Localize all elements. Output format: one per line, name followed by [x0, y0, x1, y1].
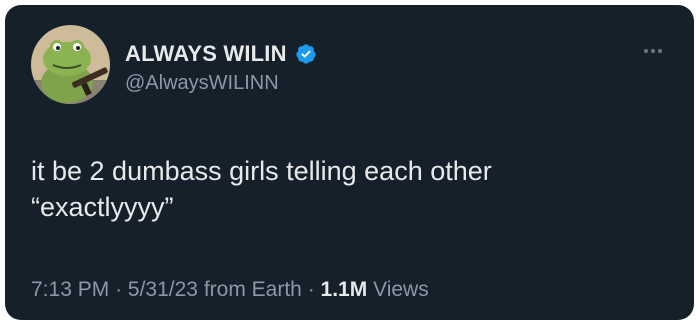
frog-avatar-icon: [31, 25, 110, 104]
more-horizontal-icon[interactable]: [644, 49, 662, 53]
meta-separator: ·: [307, 278, 315, 301]
tweet-text: it be 2 dumbass girls telling each other…: [31, 156, 492, 222]
tweet-card: ALWAYS WILIN @AlwaysWILINN it be 2 dumba…: [5, 5, 694, 320]
author-handle[interactable]: @AlwaysWILINN: [125, 72, 279, 95]
tweet-date[interactable]: 5/31/23: [128, 278, 198, 301]
views-count[interactable]: 1.1M: [321, 278, 368, 301]
avatar[interactable]: [31, 25, 110, 104]
tweet-source: from Earth: [203, 278, 302, 301]
verified-badge-icon: [295, 43, 317, 65]
tweet-meta: 7:13 PM · 5/31/23 from Earth · 1.1M View…: [31, 278, 429, 302]
views-label: Views: [373, 278, 429, 301]
author-name-row: ALWAYS WILIN: [125, 41, 317, 67]
meta-separator: ·: [115, 278, 123, 301]
tweet-time[interactable]: 7:13 PM: [31, 278, 109, 301]
display-name[interactable]: ALWAYS WILIN: [125, 41, 287, 67]
